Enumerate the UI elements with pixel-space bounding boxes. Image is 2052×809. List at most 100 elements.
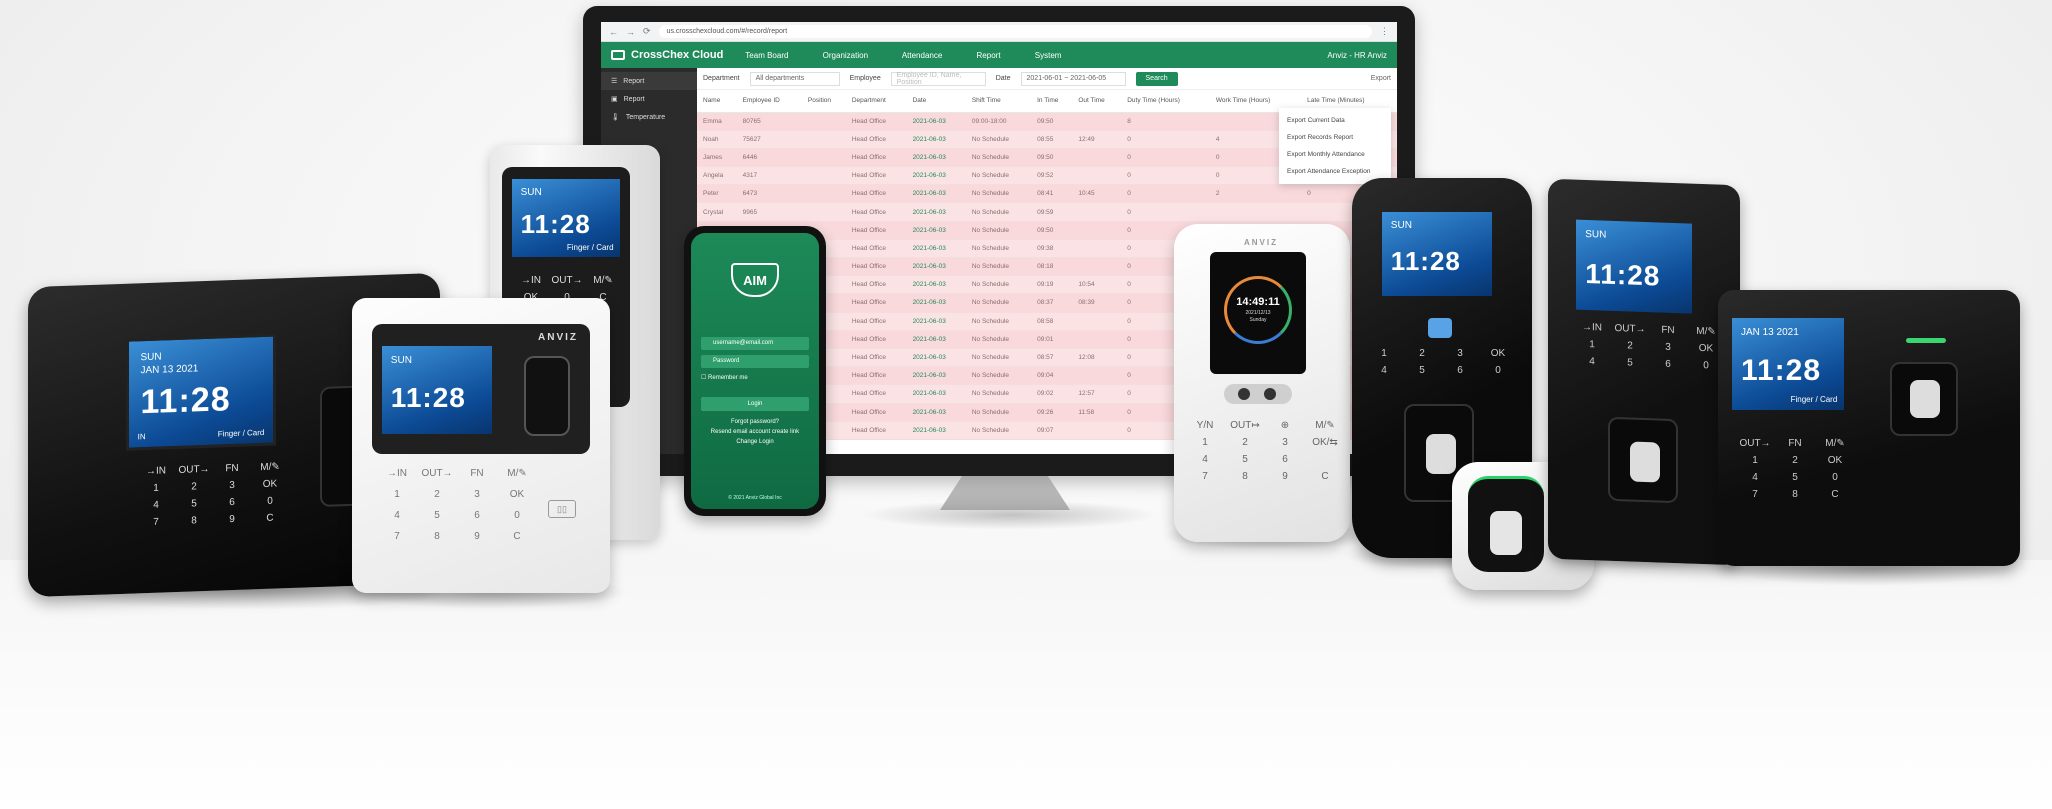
- table-row[interactable]: Crystal 9965 Head Office 2021-06-03 No Sched…: [697, 202, 1397, 222]
- sidebar-item-temperature[interactable]: 🌡 Temperature: [601, 108, 697, 126]
- key-4[interactable]: 4: [1738, 472, 1772, 483]
- column-header[interactable]: Out Time: [1072, 90, 1122, 113]
- key-5[interactable]: 5: [1778, 472, 1812, 483]
- export-button[interactable]: Export: [1371, 75, 1391, 82]
- key-c[interactable]: C: [1818, 489, 1852, 500]
- search-button[interactable]: Search: [1135, 71, 1178, 86]
- key-3[interactable]: 3: [216, 480, 248, 492]
- menu-report[interactable]: Report: [977, 51, 1001, 60]
- key-ok[interactable]: OK: [254, 478, 286, 490]
- bell-icon[interactable]: [1428, 318, 1452, 338]
- key-4[interactable]: 4: [1576, 356, 1608, 368]
- table-row[interactable]: Peter 6473 Head Office 2021-06-03 No Schedul…: [697, 184, 1397, 204]
- key-3[interactable]: 3: [1652, 341, 1684, 353]
- address-bar[interactable]: us.crosschexcloud.com/#/record/report: [658, 25, 1372, 38]
- key-8[interactable]: 8: [1778, 489, 1812, 500]
- key-c[interactable]: C: [1308, 471, 1342, 482]
- key-in[interactable]: →IN: [382, 468, 412, 479]
- key-0[interactable]: 0: [502, 510, 532, 521]
- password-field[interactable]: Password: [701, 355, 809, 368]
- key-1[interactable]: 1: [1188, 437, 1222, 448]
- column-header[interactable]: In Time: [1031, 90, 1073, 113]
- key-9[interactable]: 9: [216, 514, 248, 526]
- key-out[interactable]: OUT↦: [1228, 420, 1262, 431]
- key-7[interactable]: 7: [1188, 471, 1222, 482]
- key-menu[interactable]: M/✎: [502, 468, 532, 479]
- key-7[interactable]: 7: [382, 531, 412, 542]
- menu-system[interactable]: System: [1035, 51, 1062, 60]
- column-header[interactable]: Duty Time (Hours): [1121, 90, 1210, 113]
- key-5[interactable]: 5: [1228, 454, 1262, 465]
- key-fn[interactable]: FN: [1652, 324, 1684, 336]
- key-8[interactable]: 8: [178, 515, 210, 527]
- column-header[interactable]: Name: [697, 90, 737, 113]
- key-c[interactable]: C: [502, 531, 532, 542]
- key-0[interactable]: 0: [254, 495, 286, 507]
- sidebar-item-report[interactable]: ▣ Report: [601, 90, 697, 108]
- key-6[interactable]: 6: [462, 510, 492, 521]
- reload-icon[interactable]: ⟳: [643, 26, 651, 37]
- key-1[interactable]: 1: [1576, 339, 1608, 351]
- key-fn[interactable]: FN: [1778, 438, 1812, 449]
- key-in[interactable]: →IN: [140, 465, 172, 477]
- menu-attendance[interactable]: Attendance: [902, 51, 942, 60]
- column-header[interactable]: Department: [845, 90, 907, 113]
- column-header[interactable]: Shift Time: [965, 90, 1032, 113]
- key-2[interactable]: 2: [1614, 340, 1646, 352]
- key-8[interactable]: 8: [1228, 471, 1262, 482]
- resend-link[interactable]: Resend email account create link: [691, 429, 819, 435]
- change-login-link[interactable]: Change Login: [691, 439, 819, 445]
- key-1[interactable]: 1: [1368, 348, 1400, 359]
- fingerprint-pad[interactable]: [1490, 511, 1522, 555]
- key-ok[interactable]: OK: [502, 489, 532, 500]
- key-2[interactable]: 2: [1228, 437, 1262, 448]
- key-6[interactable]: 6: [1652, 358, 1684, 370]
- key-out[interactable]: OUT→: [1614, 323, 1646, 335]
- key-4[interactable]: 4: [1368, 365, 1400, 376]
- app-logo[interactable]: CrossChex Cloud: [611, 49, 723, 61]
- column-header[interactable]: Position: [801, 90, 846, 113]
- menu-organization[interactable]: Organization: [823, 51, 868, 60]
- key-0[interactable]: 0: [1818, 472, 1852, 483]
- employee-input[interactable]: Employee ID, Name, Position: [890, 71, 986, 86]
- key-5[interactable]: 5: [1406, 365, 1438, 376]
- key-in[interactable]: →IN: [516, 275, 546, 286]
- forgot-link[interactable]: Forgot password?: [691, 419, 819, 425]
- export-records-report[interactable]: Export Records Report: [1279, 129, 1391, 146]
- key-ok[interactable]: OK: [1818, 455, 1852, 466]
- key-1[interactable]: 1: [382, 489, 412, 500]
- key-9[interactable]: 9: [1268, 471, 1302, 482]
- key-fn[interactable]: FN: [216, 463, 248, 475]
- department-select[interactable]: All departments: [749, 71, 840, 86]
- key-fn[interactable]: ⊕: [1268, 420, 1302, 431]
- remember-checkbox[interactable]: ☐ Remember me: [701, 374, 748, 381]
- date-range-input[interactable]: 2021-06-01 ~ 2021-06-05: [1020, 71, 1126, 86]
- column-header[interactable]: Employee ID: [736, 90, 802, 113]
- key-menu[interactable]: M/✎: [1308, 420, 1342, 431]
- fingerprint-sensor[interactable]: [524, 356, 570, 436]
- key-4[interactable]: 4: [140, 499, 172, 511]
- key-yn[interactable]: Y/N: [1188, 420, 1222, 431]
- key-fn[interactable]: FN: [462, 468, 492, 479]
- key-ok[interactable]: OK: [1482, 348, 1514, 359]
- key-4[interactable]: 4: [382, 510, 412, 521]
- key-1[interactable]: 1: [1738, 455, 1772, 466]
- key-6[interactable]: 6: [1444, 365, 1476, 376]
- key-6[interactable]: 6: [1268, 454, 1302, 465]
- key-ok[interactable]: OK/⇆: [1308, 437, 1342, 448]
- key-in[interactable]: →IN: [1576, 322, 1608, 334]
- key-5[interactable]: 5: [422, 510, 452, 521]
- key-out[interactable]: OUT→: [1738, 438, 1772, 449]
- key-2[interactable]: 2: [1406, 348, 1438, 359]
- key-9[interactable]: 9: [462, 531, 492, 542]
- forward-icon[interactable]: →: [626, 27, 635, 37]
- browser-menu-icon[interactable]: ⋮: [1380, 26, 1389, 37]
- fingerprint-sensor[interactable]: [1890, 362, 1958, 436]
- key-0[interactable]: 0: [1482, 365, 1514, 376]
- key-out[interactable]: OUT→: [421, 468, 452, 479]
- sidebar-item-report-group[interactable]: ☰ Report: [601, 72, 697, 90]
- key-3[interactable]: 3: [1268, 437, 1302, 448]
- key-menu[interactable]: M/✎: [588, 275, 618, 286]
- back-icon[interactable]: ←: [609, 27, 618, 37]
- key-3[interactable]: 3: [462, 489, 492, 500]
